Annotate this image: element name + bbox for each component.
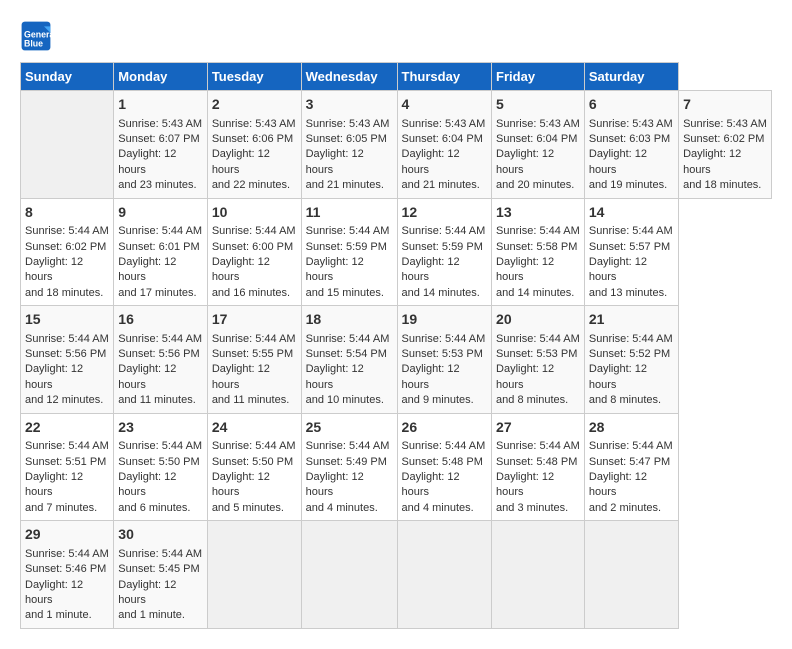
day-number: 27 [496,418,580,438]
day-cell: 7Sunrise: 5:43 AMSunset: 6:02 PMDaylight… [679,91,772,199]
day-cell [301,521,397,629]
svg-text:Blue: Blue [24,38,43,48]
day-cell: 27Sunrise: 5:44 AMSunset: 5:48 PMDayligh… [492,413,585,521]
day-cell: 11Sunrise: 5:44 AMSunset: 5:59 PMDayligh… [301,198,397,306]
day-number: 11 [306,203,393,223]
day-cell: 9Sunrise: 5:44 AMSunset: 6:01 PMDaylight… [114,198,208,306]
day-number: 16 [118,310,203,330]
day-cell: 30Sunrise: 5:44 AMSunset: 5:45 PMDayligh… [114,521,208,629]
day-number: 23 [118,418,203,438]
day-cell [397,521,492,629]
day-number: 10 [212,203,297,223]
day-cell: 12Sunrise: 5:44 AMSunset: 5:59 PMDayligh… [397,198,492,306]
day-number: 28 [589,418,674,438]
calendar-table: SundayMondayTuesdayWednesdayThursdayFrid… [20,62,772,629]
day-number: 1 [118,95,203,115]
week-row-2: 8Sunrise: 5:44 AMSunset: 6:02 PMDaylight… [21,198,772,306]
day-cell: 22Sunrise: 5:44 AMSunset: 5:51 PMDayligh… [21,413,114,521]
day-number: 4 [402,95,488,115]
day-number: 24 [212,418,297,438]
header-row: SundayMondayTuesdayWednesdayThursdayFrid… [21,63,772,91]
logo: General Blue [20,20,56,52]
day-cell [492,521,585,629]
day-number: 30 [118,525,203,545]
day-number: 17 [212,310,297,330]
day-cell: 8Sunrise: 5:44 AMSunset: 6:02 PMDaylight… [21,198,114,306]
day-number: 21 [589,310,674,330]
col-header-wednesday: Wednesday [301,63,397,91]
day-cell: 20Sunrise: 5:44 AMSunset: 5:53 PMDayligh… [492,306,585,414]
empty-day-cell [21,91,114,199]
day-number: 5 [496,95,580,115]
day-cell: 19Sunrise: 5:44 AMSunset: 5:53 PMDayligh… [397,306,492,414]
col-header-monday: Monday [114,63,208,91]
page-header: General Blue [20,20,772,52]
day-cell: 5Sunrise: 5:43 AMSunset: 6:04 PMDaylight… [492,91,585,199]
day-cell: 15Sunrise: 5:44 AMSunset: 5:56 PMDayligh… [21,306,114,414]
day-cell: 4Sunrise: 5:43 AMSunset: 6:04 PMDaylight… [397,91,492,199]
day-number: 19 [402,310,488,330]
day-cell: 26Sunrise: 5:44 AMSunset: 5:48 PMDayligh… [397,413,492,521]
day-number: 9 [118,203,203,223]
day-cell: 18Sunrise: 5:44 AMSunset: 5:54 PMDayligh… [301,306,397,414]
week-row-1: 1Sunrise: 5:43 AMSunset: 6:07 PMDaylight… [21,91,772,199]
day-cell: 1Sunrise: 5:43 AMSunset: 6:07 PMDaylight… [114,91,208,199]
day-number: 29 [25,525,109,545]
col-header-tuesday: Tuesday [207,63,301,91]
day-cell [207,521,301,629]
day-cell: 16Sunrise: 5:44 AMSunset: 5:56 PMDayligh… [114,306,208,414]
week-row-3: 15Sunrise: 5:44 AMSunset: 5:56 PMDayligh… [21,306,772,414]
day-cell: 21Sunrise: 5:44 AMSunset: 5:52 PMDayligh… [584,306,678,414]
day-number: 7 [683,95,767,115]
day-number: 22 [25,418,109,438]
day-number: 15 [25,310,109,330]
day-cell: 25Sunrise: 5:44 AMSunset: 5:49 PMDayligh… [301,413,397,521]
day-number: 18 [306,310,393,330]
day-cell: 14Sunrise: 5:44 AMSunset: 5:57 PMDayligh… [584,198,678,306]
day-number: 20 [496,310,580,330]
day-cell: 23Sunrise: 5:44 AMSunset: 5:50 PMDayligh… [114,413,208,521]
logo-icon: General Blue [20,20,52,52]
day-number: 2 [212,95,297,115]
day-number: 12 [402,203,488,223]
day-number: 3 [306,95,393,115]
day-cell: 24Sunrise: 5:44 AMSunset: 5:50 PMDayligh… [207,413,301,521]
day-cell: 6Sunrise: 5:43 AMSunset: 6:03 PMDaylight… [584,91,678,199]
day-cell: 28Sunrise: 5:44 AMSunset: 5:47 PMDayligh… [584,413,678,521]
day-number: 13 [496,203,580,223]
col-header-sunday: Sunday [21,63,114,91]
day-cell: 3Sunrise: 5:43 AMSunset: 6:05 PMDaylight… [301,91,397,199]
col-header-saturday: Saturday [584,63,678,91]
day-number: 25 [306,418,393,438]
day-number: 6 [589,95,674,115]
day-number: 8 [25,203,109,223]
week-row-5: 29Sunrise: 5:44 AMSunset: 5:46 PMDayligh… [21,521,772,629]
col-header-thursday: Thursday [397,63,492,91]
day-cell: 13Sunrise: 5:44 AMSunset: 5:58 PMDayligh… [492,198,585,306]
day-cell: 2Sunrise: 5:43 AMSunset: 6:06 PMDaylight… [207,91,301,199]
day-cell: 10Sunrise: 5:44 AMSunset: 6:00 PMDayligh… [207,198,301,306]
week-row-4: 22Sunrise: 5:44 AMSunset: 5:51 PMDayligh… [21,413,772,521]
day-cell [584,521,678,629]
day-cell: 17Sunrise: 5:44 AMSunset: 5:55 PMDayligh… [207,306,301,414]
day-number: 26 [402,418,488,438]
day-number: 14 [589,203,674,223]
col-header-friday: Friday [492,63,585,91]
day-cell: 29Sunrise: 5:44 AMSunset: 5:46 PMDayligh… [21,521,114,629]
